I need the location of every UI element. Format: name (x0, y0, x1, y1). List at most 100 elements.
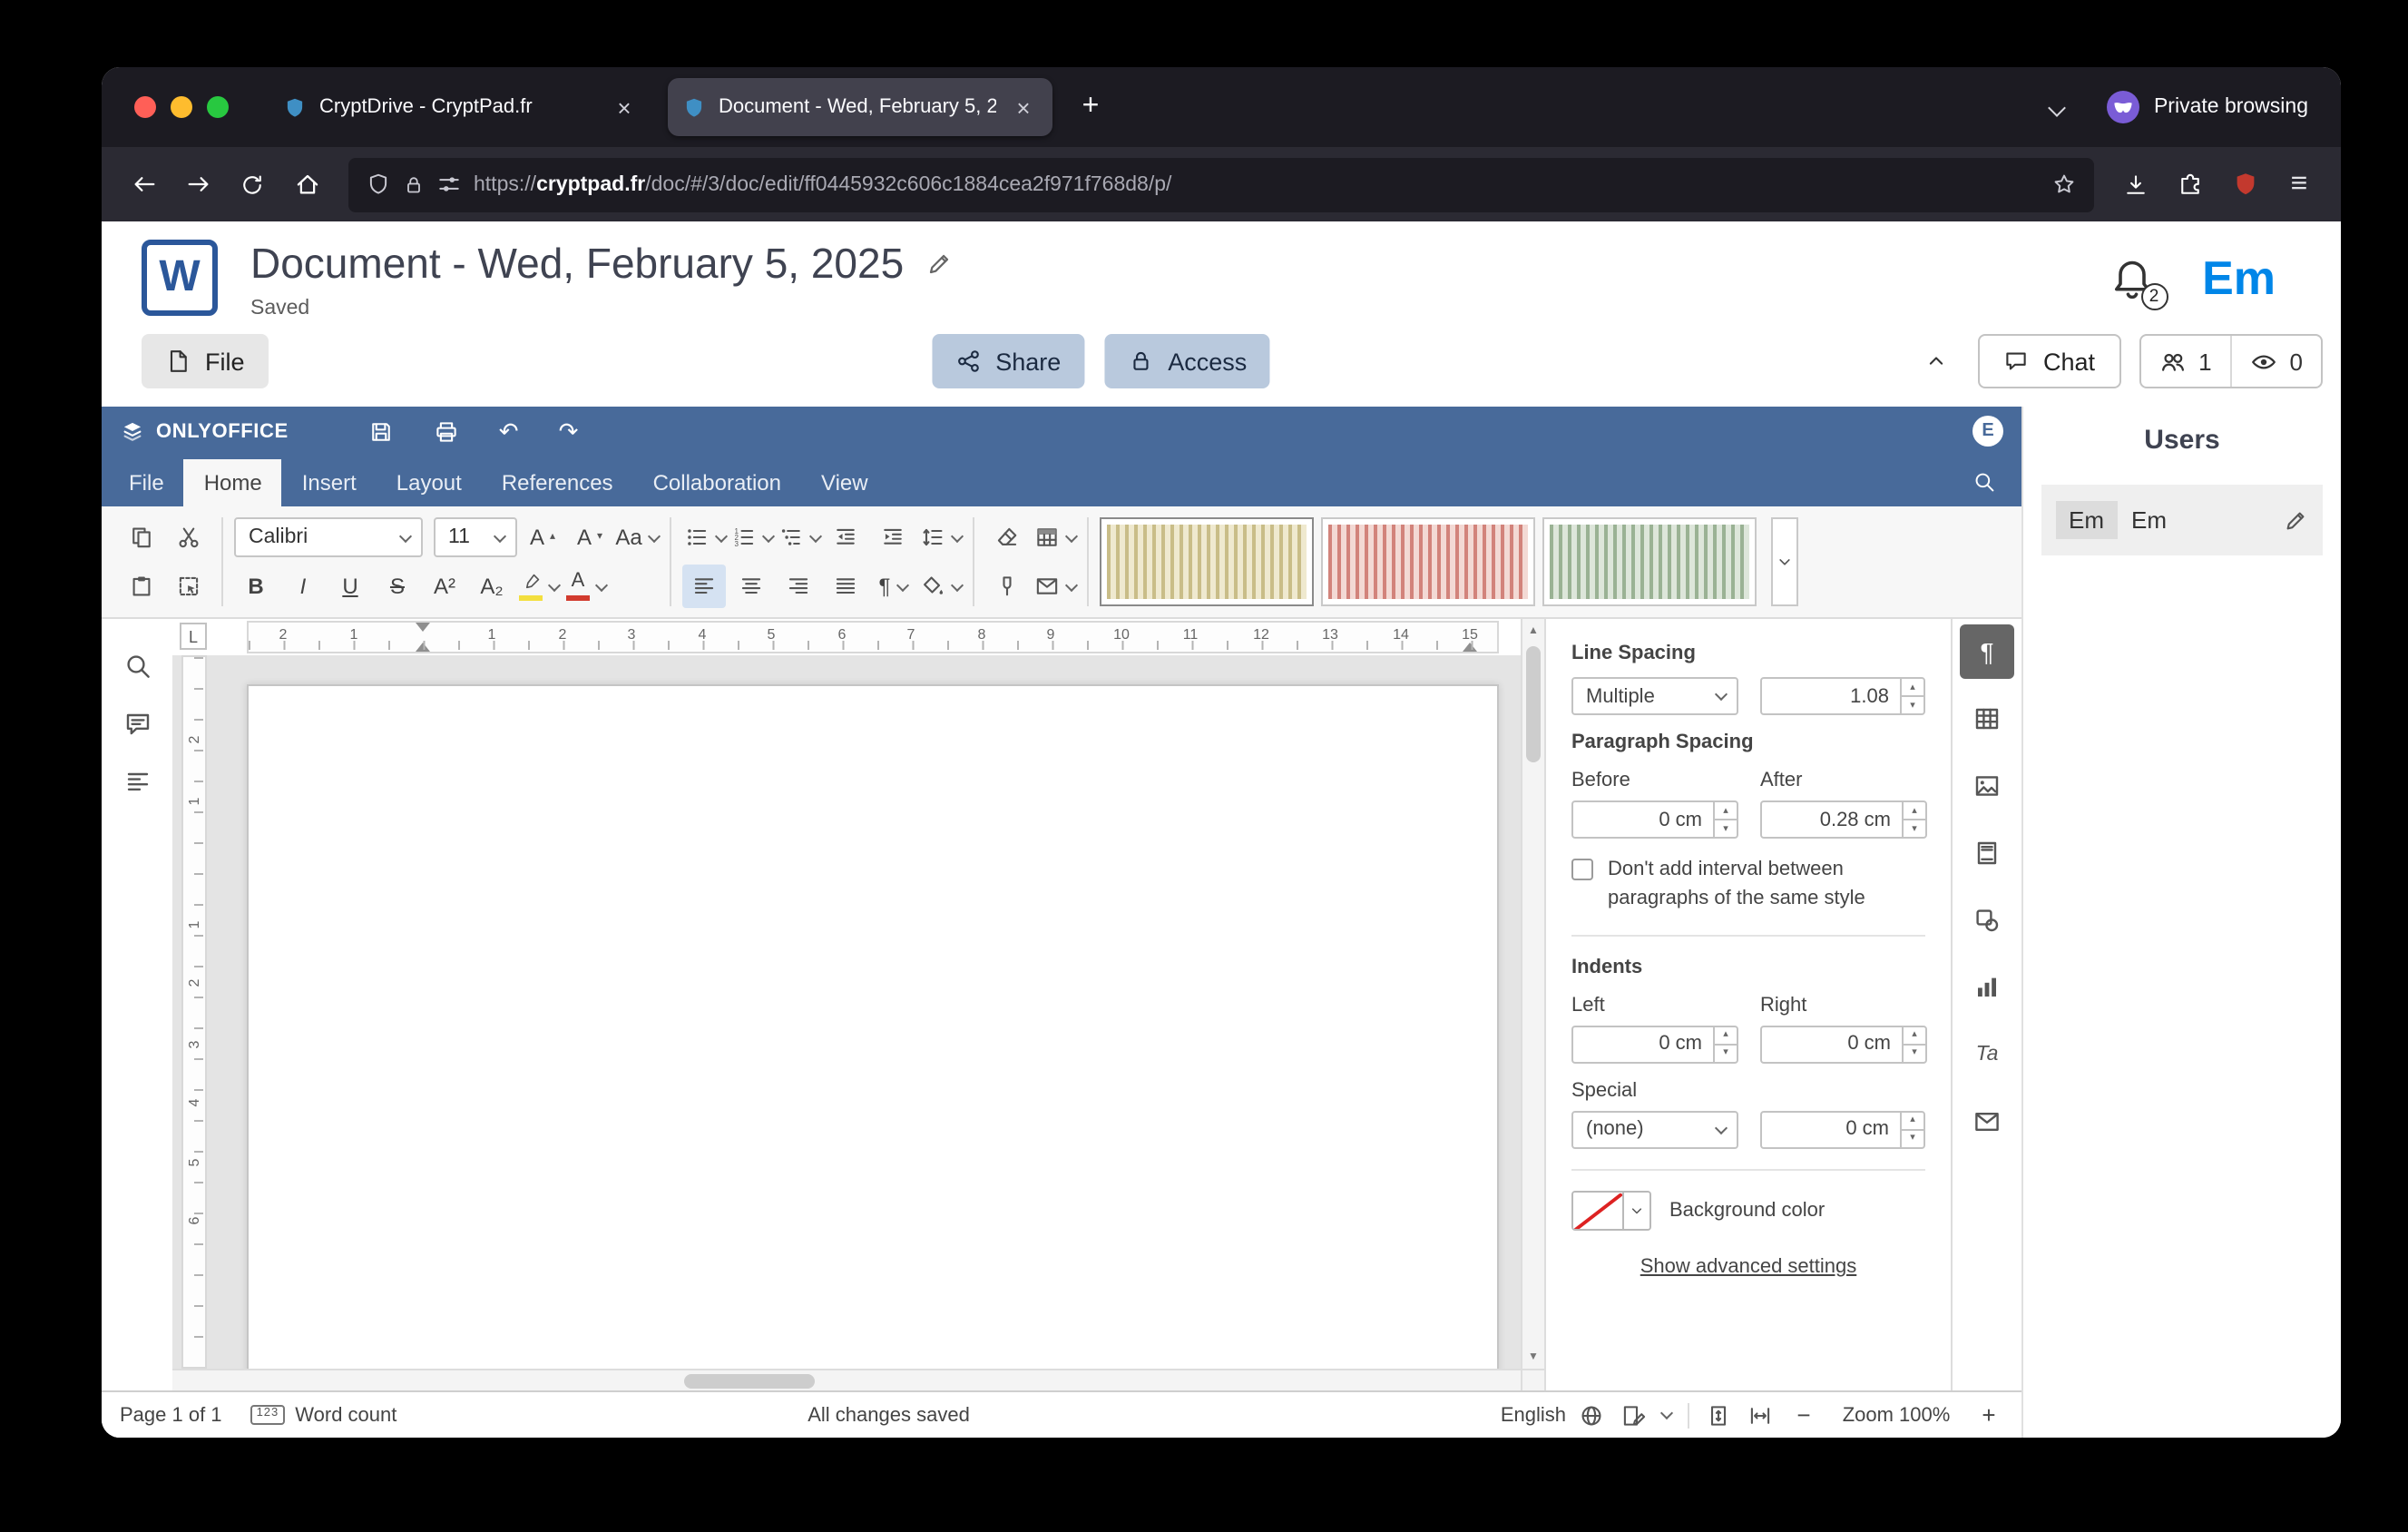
right-indent-marker[interactable] (1463, 643, 1477, 652)
url-text[interactable]: https://cryptpad.fr/doc/#/3/doc/edit/ff0… (474, 173, 2040, 195)
first-line-indent-marker[interactable] (416, 623, 430, 632)
menu-tab-view[interactable]: View (801, 459, 888, 506)
menu-tab-home[interactable]: Home (184, 459, 282, 506)
editors-count[interactable]: 1 (2140, 336, 2229, 387)
spin-up-icon[interactable]: ▴ (1715, 1027, 1737, 1044)
fit-width-icon[interactable] (1747, 1402, 1773, 1428)
edit-name-pencil-icon[interactable] (2283, 507, 2308, 533)
horizontal-scroll-track[interactable] (172, 1370, 1521, 1390)
viewers-count[interactable]: 0 (2230, 336, 2321, 387)
spin-down-icon[interactable]: ▾ (1902, 1129, 1923, 1147)
home-button[interactable] (279, 159, 334, 210)
copy-button[interactable] (120, 516, 163, 559)
scroll-up-arrow[interactable]: ▲ (1522, 619, 1544, 643)
spacing-before-spinner[interactable]: 0 cm▴▾ (1571, 800, 1738, 839)
horizontal-scroll-thumb[interactable] (685, 1374, 816, 1389)
spin-down-icon[interactable]: ▾ (1904, 819, 1925, 837)
italic-button[interactable]: I (281, 565, 325, 608)
shading-button[interactable] (918, 565, 962, 608)
spin-down-icon[interactable]: ▾ (1715, 1044, 1737, 1062)
find-icon[interactable] (122, 652, 152, 681)
spin-up-icon[interactable]: ▴ (1902, 1113, 1923, 1129)
tab-stop-selector[interactable]: L (180, 623, 207, 650)
url-bar[interactable]: https://cryptpad.fr/doc/#/3/doc/edit/ff0… (348, 157, 2094, 211)
table-settings-button[interactable] (1960, 692, 2014, 746)
header-footer-settings-button[interactable] (1960, 826, 2014, 880)
account-avatar[interactable]: Em (2202, 250, 2276, 307)
forward-button[interactable] (171, 159, 225, 210)
superscript-button[interactable]: A² (423, 565, 466, 608)
list-all-tabs-icon[interactable] (2034, 83, 2081, 131)
spin-down-icon[interactable]: ▾ (1904, 1044, 1925, 1062)
spin-up-icon[interactable]: ▴ (1902, 679, 1923, 695)
menu-tab-file[interactable]: File (109, 459, 184, 506)
chart-settings-button[interactable] (1960, 960, 2014, 1015)
print-icon[interactable] (434, 418, 459, 444)
paste-button[interactable] (120, 565, 163, 608)
scroll-down-arrow[interactable]: ▼ (1522, 1345, 1544, 1369)
font-size-select[interactable]: 11 (434, 517, 517, 557)
special-indent-select[interactable]: (none) (1571, 1111, 1737, 1149)
mail-merge-settings-button[interactable] (1960, 1095, 2014, 1149)
cut-button[interactable] (167, 516, 210, 559)
font-color-button[interactable]: A (564, 565, 608, 608)
new-tab-button[interactable]: + (1067, 83, 1114, 131)
show-advanced-settings-link[interactable]: Show advanced settings (1571, 1256, 1925, 1278)
search-icon[interactable] (1972, 469, 1996, 493)
background-color-swatch[interactable] (1573, 1193, 1622, 1229)
ublock-button[interactable] (2217, 159, 2272, 210)
vertical-scroll-thumb[interactable] (1526, 646, 1541, 762)
grow-font-button[interactable]: A▴ (521, 516, 564, 559)
underline-button[interactable]: U (328, 565, 372, 608)
tab-document[interactable]: Document - Wed, February 5, 2025 × (668, 78, 1052, 136)
vertical-scroll-track[interactable] (1522, 643, 1544, 1345)
text-art-settings-button[interactable]: Ta (1960, 1027, 2014, 1082)
spin-down-icon[interactable]: ▾ (1715, 819, 1737, 837)
document-page[interactable] (247, 684, 1499, 1369)
indent-left-spinner[interactable]: 0 cm▴▾ (1571, 1026, 1738, 1064)
background-color-dropdown[interactable] (1622, 1193, 1649, 1229)
line-spacing-amount-spinner[interactable]: 1.08▴▾ (1759, 677, 1925, 715)
style-preview-1[interactable] (1100, 517, 1314, 606)
numbering-button[interactable] (729, 516, 773, 559)
mail-merge-button[interactable] (1033, 565, 1076, 608)
notifications-button[interactable]: 2 (2108, 255, 2155, 302)
strikethrough-button[interactable]: S (376, 565, 419, 608)
permissions-icon[interactable] (437, 172, 461, 196)
style-preview-3[interactable] (1542, 517, 1757, 606)
vertical-ruler[interactable]: 2 1 1 2 3 4 5 6 (181, 655, 207, 1369)
extensions-button[interactable] (2163, 159, 2217, 210)
styles-gallery-expand-button[interactable] (1771, 517, 1798, 606)
document-title[interactable]: Document - Wed, February 5, 2025 (250, 240, 904, 289)
redo-icon[interactable]: ↷ (559, 417, 579, 446)
shape-settings-button[interactable] (1960, 893, 2014, 948)
tab-cryptdrive[interactable]: CryptDrive - CryptPad.fr × (269, 78, 653, 136)
special-indent-spinner[interactable]: 0 cm▴▾ (1759, 1111, 1925, 1149)
reload-button[interactable] (225, 159, 279, 210)
editor-user-avatar[interactable]: E (1972, 416, 2003, 447)
downloads-button[interactable] (2109, 159, 2163, 210)
maximize-window-button[interactable] (207, 96, 229, 118)
lock-icon[interactable] (403, 173, 425, 195)
tab-close-icon[interactable]: × (610, 93, 639, 122)
style-preview-2[interactable] (1321, 517, 1535, 606)
document-language-button[interactable]: English (1501, 1402, 1604, 1428)
zoom-out-button[interactable]: − (1789, 1400, 1818, 1429)
menu-tab-collaboration[interactable]: Collaboration (633, 459, 801, 506)
left-indent-marker[interactable] (416, 643, 430, 652)
page-viewport[interactable]: 2 1 1 2 3 4 5 6 (172, 655, 1521, 1369)
app-menu-button[interactable]: ≡ (2272, 159, 2326, 210)
comments-icon[interactable] (122, 710, 152, 739)
clear-style-button[interactable] (985, 516, 1029, 559)
access-button[interactable]: Access (1104, 334, 1270, 388)
background-color-picker[interactable] (1571, 1191, 1651, 1231)
highlight-color-button[interactable] (517, 565, 561, 608)
zoom-level[interactable]: Zoom 100% (1835, 1404, 1958, 1426)
minimize-window-button[interactable] (171, 96, 192, 118)
vertical-scrollbar[interactable]: ▲ ▼ (1521, 619, 1544, 1369)
shrink-font-button[interactable]: A▾ (568, 516, 612, 559)
menu-tab-insert[interactable]: Insert (282, 459, 377, 506)
indent-right-spinner[interactable]: 0 cm▴▾ (1760, 1026, 1927, 1064)
table-style-button[interactable] (1033, 516, 1076, 559)
decrease-indent-button[interactable] (824, 516, 867, 559)
